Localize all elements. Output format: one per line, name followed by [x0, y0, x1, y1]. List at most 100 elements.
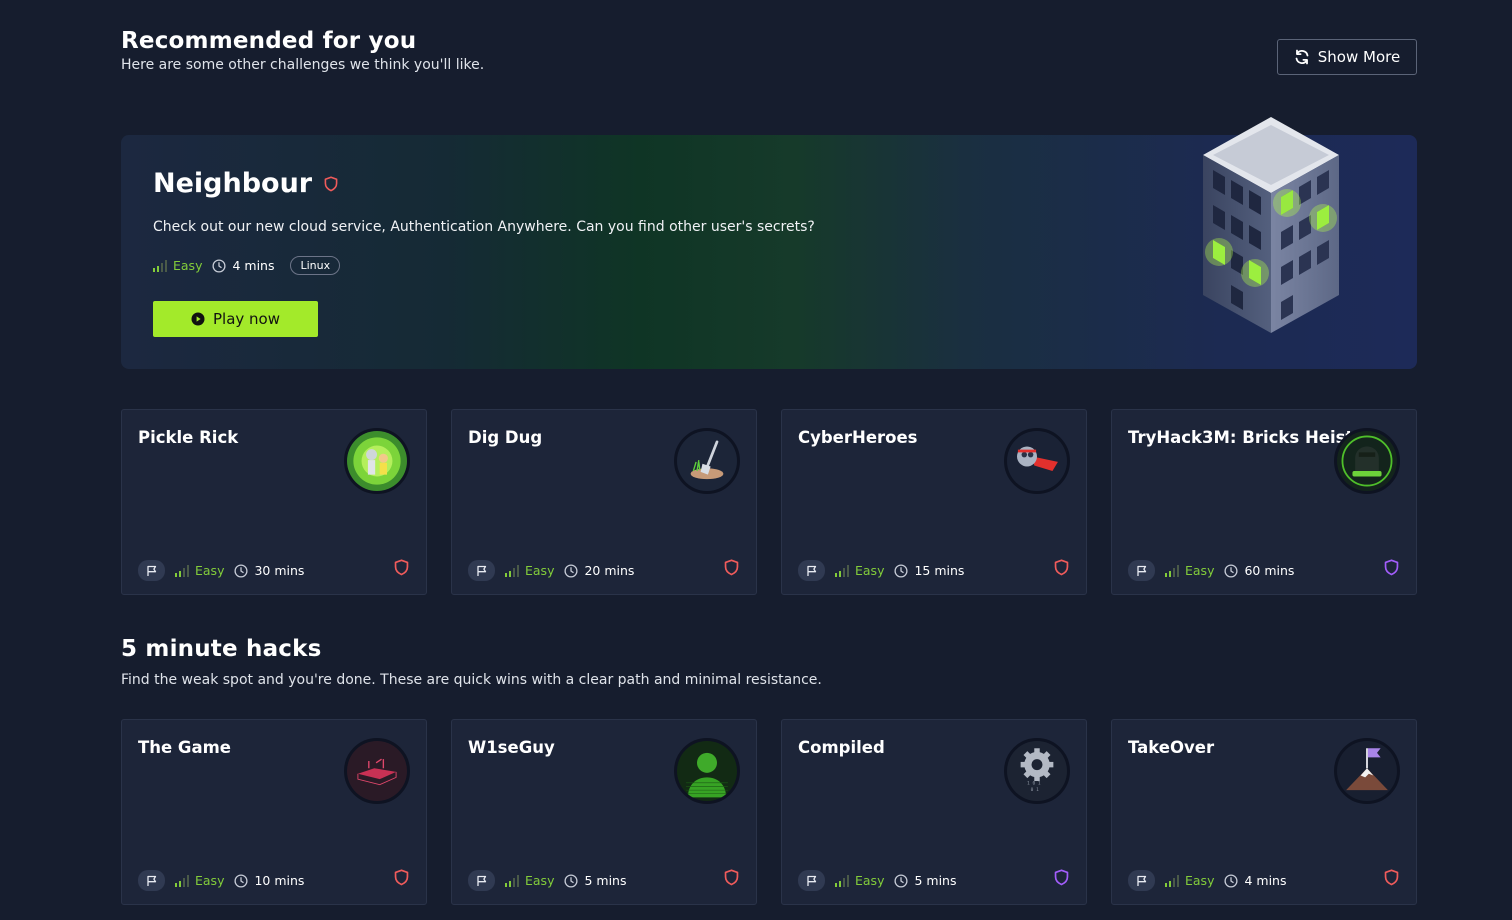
difficulty-label: Easy — [525, 873, 555, 888]
flag-icon — [468, 870, 495, 891]
flag-icon — [798, 870, 825, 891]
shield-icon — [324, 175, 338, 191]
difficulty-label: Easy — [195, 563, 225, 578]
flying-hero-thumbnail — [1004, 428, 1070, 494]
room-title: TryHack3M: Bricks Heist — [1128, 428, 1354, 447]
duration-label: 5 mins — [914, 873, 957, 888]
difficulty: Easy — [835, 563, 884, 578]
room-title: Compiled — [798, 738, 885, 757]
duration-label: 20 mins — [584, 563, 635, 578]
duration: 20 mins — [564, 563, 634, 578]
recommended-rooms-list: Pickle Rick Easy 30 mins Dig Dug Easy 20… — [121, 409, 1417, 595]
clock-icon — [564, 873, 579, 888]
clock-icon — [894, 873, 909, 888]
clock-icon — [212, 258, 227, 273]
difficulty: Easy — [835, 873, 884, 888]
difficulty: Easy — [153, 258, 202, 273]
room-title: The Game — [138, 738, 231, 757]
play-icon — [191, 312, 205, 326]
difficulty-bars-icon — [175, 874, 189, 887]
clock-icon — [234, 873, 249, 888]
room-title: W1seGuy — [468, 738, 555, 757]
hacker-thumbnail — [1334, 428, 1400, 494]
difficulty-bars-icon — [835, 564, 849, 577]
shield-icon — [1054, 869, 1069, 886]
room-card[interactable]: Dig Dug Easy 20 mins — [451, 409, 757, 595]
duration: 60 mins — [1224, 563, 1294, 578]
flag-icon — [138, 560, 165, 581]
room-meta: Easy 60 mins — [1128, 560, 1294, 581]
flag-icon — [468, 560, 495, 581]
recommended-header: Recommended for you Here are some other … — [121, 28, 484, 73]
show-more-label: Show More — [1317, 48, 1401, 66]
flag-icon — [1128, 870, 1155, 891]
featured-room-title-row: Neighbour — [153, 168, 338, 199]
difficulty-label: Easy — [855, 563, 885, 578]
room-card[interactable]: TakeOver Easy 4 mins — [1111, 719, 1417, 905]
flag-icon — [138, 870, 165, 891]
clock-icon — [234, 563, 249, 578]
room-card[interactable]: W1seGuy Easy 5 mins — [451, 719, 757, 905]
mountain-flag-thumbnail — [1334, 738, 1400, 804]
featured-room-banner[interactable]: Neighbour Check out our new cloud servic… — [121, 117, 1417, 369]
difficulty-label: Easy — [1185, 563, 1215, 578]
duration-label: 5 mins — [584, 873, 627, 888]
clock-icon — [894, 563, 909, 578]
difficulty-bars-icon — [505, 874, 519, 887]
os-tag: Linux — [290, 256, 341, 275]
difficulty-bars-icon — [153, 259, 167, 272]
difficulty: Easy — [175, 563, 224, 578]
svg-text:0 1: 0 1 — [1031, 787, 1039, 793]
difficulty: Easy — [505, 873, 554, 888]
difficulty: Easy — [1165, 563, 1214, 578]
silhouette-thumbnail — [674, 738, 740, 804]
difficulty-label: Easy — [855, 873, 885, 888]
difficulty-bars-icon — [1165, 874, 1179, 887]
duration: 10 mins — [234, 873, 304, 888]
shield-icon — [394, 559, 409, 576]
pickle-rick-thumbnail — [344, 428, 410, 494]
duration-label: 15 mins — [914, 563, 965, 578]
room-card[interactable]: TryHack3M: Bricks Heist Easy 60 mins — [1111, 409, 1417, 595]
room-card[interactable]: Pickle Rick Easy 30 mins — [121, 409, 427, 595]
clock-icon — [1224, 563, 1239, 578]
duration: 30 mins — [234, 563, 304, 578]
room-card[interactable]: CyberHeroes Easy 15 mins — [781, 409, 1087, 595]
duration-label: 60 mins — [1244, 563, 1295, 578]
duration-label: 10 mins — [254, 873, 305, 888]
shield-icon — [1384, 869, 1399, 886]
difficulty-label: Easy — [195, 873, 225, 888]
game-thumbnail — [344, 738, 410, 804]
room-card[interactable]: Compiled 1 0 10 1 Easy 5 mins — [781, 719, 1087, 905]
room-title: Pickle Rick — [138, 428, 239, 447]
room-card[interactable]: The Game Easy 10 mins — [121, 719, 427, 905]
building-illustration — [1203, 117, 1339, 333]
gear-thumbnail: 1 0 10 1 — [1004, 738, 1070, 804]
featured-room-meta: Easy 4 mins Linux — [153, 256, 341, 275]
room-meta: Easy 5 mins — [468, 870, 626, 891]
duration-label: 4 mins — [232, 258, 275, 273]
shovel-thumbnail — [674, 428, 740, 494]
room-title: TakeOver — [1128, 738, 1215, 757]
duration-label: 4 mins — [1244, 873, 1287, 888]
recommended-subtitle: Here are some other challenges we think … — [121, 57, 485, 73]
play-now-button[interactable]: Play now — [153, 301, 318, 337]
difficulty-label: Easy — [173, 258, 203, 273]
flag-icon — [798, 560, 825, 581]
recommended-title: Recommended for you — [121, 28, 417, 54]
five-minute-subtitle: Find the weak spot and you're done. Thes… — [121, 672, 822, 688]
room-meta: Easy 10 mins — [138, 870, 304, 891]
featured-room-title: Neighbour — [153, 168, 313, 199]
room-meta: Easy 30 mins — [138, 560, 304, 581]
flag-icon — [1128, 560, 1155, 581]
svg-text:1 0 1: 1 0 1 — [1027, 781, 1041, 787]
room-meta: Easy 20 mins — [468, 560, 634, 581]
duration: 5 mins — [564, 873, 626, 888]
room-meta: Easy 15 mins — [798, 560, 964, 581]
difficulty-bars-icon — [835, 874, 849, 887]
shield-icon — [394, 869, 409, 886]
shield-icon — [724, 559, 739, 576]
difficulty-label: Easy — [1185, 873, 1215, 888]
show-more-button[interactable]: Show More — [1277, 39, 1417, 75]
difficulty-bars-icon — [505, 564, 519, 577]
